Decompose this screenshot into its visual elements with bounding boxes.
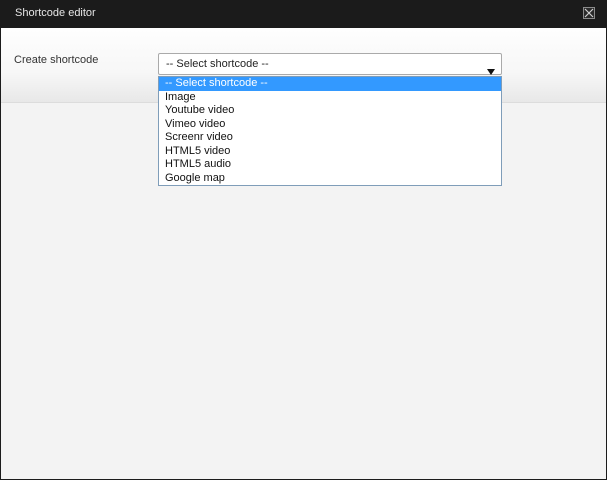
shortcode-select[interactable]: -- Select shortcode -- (158, 53, 502, 75)
dialog-title: Shortcode editor (15, 7, 96, 19)
dropdown-option-google-map[interactable]: Google map (159, 172, 501, 186)
titlebar: Shortcode editor (0, 0, 607, 28)
dropdown-option-vimeo-video[interactable]: Vimeo video (159, 118, 501, 132)
dropdown-option-html5-video[interactable]: HTML5 video (159, 145, 501, 159)
select-value: -- Select shortcode -- (166, 58, 269, 70)
shortcode-editor-dialog: Shortcode editor Create shortcode -- Sel… (0, 0, 607, 480)
close-icon (584, 8, 594, 18)
dropdown-option-screenr-video[interactable]: Screenr video (159, 131, 501, 145)
close-button[interactable] (583, 7, 595, 19)
dialog-content: Create shortcode -- Select shortcode -- … (1, 28, 606, 479)
dropdown-option-image[interactable]: Image (159, 91, 501, 105)
dropdown-option-select[interactable]: -- Select shortcode -- (159, 77, 501, 91)
create-shortcode-label: Create shortcode (14, 54, 99, 66)
shortcode-dropdown-list: -- Select shortcode -- Image Youtube vid… (158, 76, 502, 186)
dropdown-option-youtube-video[interactable]: Youtube video (159, 104, 501, 118)
dropdown-option-html5-audio[interactable]: HTML5 audio (159, 158, 501, 172)
